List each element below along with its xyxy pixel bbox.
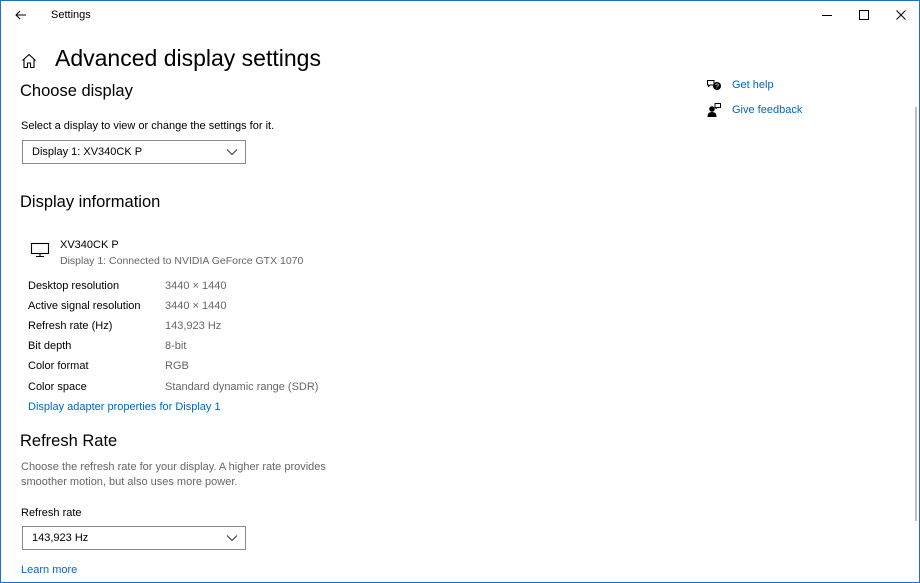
display-select-value: Display 1: XV340CK P [32, 146, 143, 158]
home-icon [22, 53, 36, 69]
get-help-link[interactable]: Get help [732, 79, 774, 91]
minimize-button[interactable] [809, 1, 845, 29]
window-title: Settings [51, 9, 91, 21]
settings-window: Settings Advanced display settings Choos… [0, 0, 920, 583]
info-value: 3440 × 1440 [165, 280, 227, 292]
info-label: Active signal resolution [28, 300, 141, 312]
svg-text:?: ? [715, 84, 719, 91]
feedback-person-icon [706, 102, 722, 118]
monitor-subtitle: Display 1: Connected to NVIDIA GeForce G… [60, 255, 304, 267]
refresh-rate-select[interactable]: 143,923 Hz [22, 526, 246, 550]
refresh-rate-field-label: Refresh rate [21, 507, 82, 519]
info-label: Color format [28, 360, 89, 372]
info-label: Color space [28, 381, 87, 393]
monitor-icon [30, 241, 50, 259]
close-icon [896, 10, 906, 20]
info-label: Desktop resolution [28, 280, 120, 292]
refresh-rate-description-line2: smoother motion, but also uses more powe… [21, 476, 238, 488]
help-chat-icon: ? [706, 78, 722, 94]
info-value: 8-bit [165, 340, 187, 352]
give-feedback-link[interactable]: Give feedback [732, 104, 802, 116]
refresh-rate-heading: Refresh Rate [20, 432, 118, 450]
info-value: RGB [165, 360, 189, 372]
display-select[interactable]: Display 1: XV340CK P [22, 140, 246, 164]
display-information-heading: Display information [20, 193, 161, 211]
back-button[interactable] [7, 3, 35, 27]
info-label: Refresh rate (Hz) [28, 320, 113, 332]
info-value: Standard dynamic range (SDR) [165, 381, 319, 393]
title-bar: Settings [1, 1, 919, 31]
choose-display-description: Select a display to view or change the s… [21, 120, 275, 132]
refresh-rate-description-line1: Choose the refresh rate for your display… [21, 461, 326, 473]
back-arrow-icon [15, 10, 26, 20]
home-button[interactable] [20, 52, 38, 70]
display-adapter-properties-link[interactable]: Display adapter properties for Display 1 [28, 401, 221, 413]
refresh-rate-select-value: 143,923 Hz [32, 532, 89, 544]
info-label: Bit depth [28, 340, 72, 352]
chevron-down-icon [226, 535, 238, 542]
maximize-icon [859, 10, 869, 20]
close-button[interactable] [883, 1, 919, 29]
page-title: Advanced display settings [55, 45, 321, 71]
scrollbar[interactable] [915, 107, 917, 521]
learn-more-link[interactable]: Learn more [21, 564, 77, 576]
maximize-button[interactable] [846, 1, 882, 29]
minimize-icon [822, 15, 832, 16]
info-value: 3440 × 1440 [165, 300, 227, 312]
choose-display-heading: Choose display [20, 82, 133, 100]
monitor-name: XV340CK P [60, 239, 119, 251]
info-value: 143,923 Hz [165, 320, 222, 332]
chevron-down-icon [226, 149, 238, 156]
